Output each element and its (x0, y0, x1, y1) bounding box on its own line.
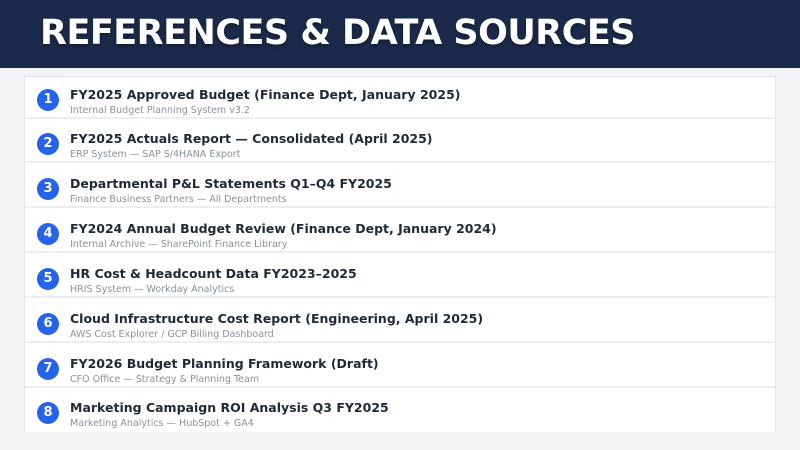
page-title: REFERENCES & DATA SOURCES (40, 13, 636, 53)
reference-title: FY2025 Approved Budget (Finance Dept, Ja… (70, 87, 461, 102)
reference-title: FY2026 Budget Planning Framework (Draft) (70, 356, 379, 371)
reference-title: FY2025 Actuals Report — Consolidated (Ap… (70, 131, 433, 146)
reference-source: Finance Business Partners — All Departme… (70, 194, 287, 205)
reference-source: CFO Office — Strategy & Planning Team (70, 374, 260, 385)
reference-number-badge: 2 (37, 133, 59, 155)
reference-number-badge: 4 (37, 223, 59, 245)
reference-number-badge: 3 (37, 178, 59, 200)
reference-title: HR Cost & Headcount Data FY2023–2025 (70, 266, 357, 281)
reference-item: 7 FY2026 Budget Planning Framework (Draf… (25, 346, 775, 388)
reference-source: Internal Budget Planning System v3.2 (70, 105, 250, 116)
reference-title: FY2024 Annual Budget Review (Finance Dep… (70, 221, 497, 236)
reference-number-badge: 1 (37, 89, 59, 111)
reference-title: Marketing Campaign ROI Analysis Q3 FY202… (70, 400, 389, 415)
reference-item: 4 FY2024 Annual Budget Review (Finance D… (25, 211, 775, 253)
reference-number-badge: 8 (37, 402, 59, 424)
reference-item: 6 Cloud Infrastructure Cost Report (Engi… (25, 301, 775, 343)
reference-item: 5 HR Cost & Headcount Data FY2023–2025 H… (25, 256, 775, 298)
references-list: 1 FY2025 Approved Budget (Finance Dept, … (24, 76, 776, 432)
reference-source: AWS Cost Explorer / GCP Billing Dashboar… (70, 329, 274, 340)
reference-number-badge: 5 (37, 268, 59, 290)
reference-item: 1 FY2025 Approved Budget (Finance Dept, … (25, 77, 775, 119)
reference-title: Departmental P&L Statements Q1–Q4 FY2025 (70, 176, 392, 191)
reference-number-badge: 7 (37, 358, 59, 380)
header-bar: REFERENCES & DATA SOURCES (0, 0, 800, 68)
reference-source: Internal Archive — SharePoint Finance Li… (70, 239, 288, 250)
reference-number-badge: 6 (37, 313, 59, 335)
reference-source: ERP System — SAP S/4HANA Export (70, 149, 241, 160)
reference-title: Cloud Infrastructure Cost Report (Engine… (70, 311, 484, 326)
reference-item: 8 Marketing Campaign ROI Analysis Q3 FY2… (25, 390, 775, 432)
reference-item: 3 Departmental P&L Statements Q1–Q4 FY20… (25, 166, 775, 208)
reference-source: Marketing Analytics — HubSpot + GA4 (70, 418, 254, 429)
reference-source: HRIS System — Workday Analytics (70, 284, 235, 295)
reference-item: 2 FY2025 Actuals Report — Consolidated (… (25, 121, 775, 163)
